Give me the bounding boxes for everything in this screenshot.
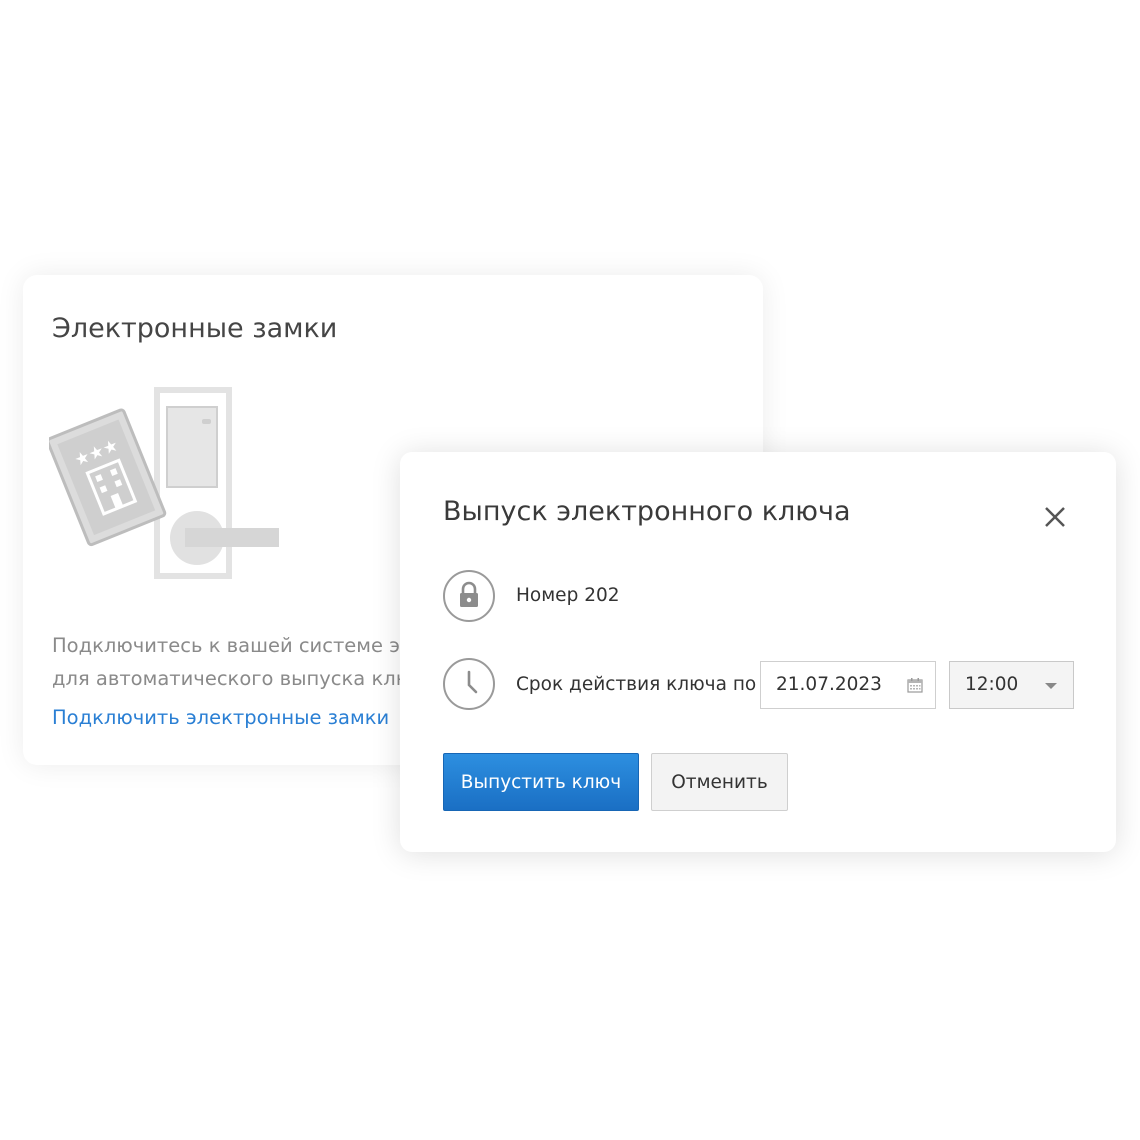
door-lock-illustration: ★★★ xyxy=(49,387,279,579)
time-select[interactable]: 12:00 xyxy=(949,661,1074,709)
cancel-button[interactable]: Отменить xyxy=(651,753,788,811)
issue-key-dialog: Выпуск электронного ключа Номер 202 Срок… xyxy=(400,452,1116,852)
locks-card-description: Подключитесь к вашей системе электронных… xyxy=(52,629,422,695)
date-value: 21.07.2023 xyxy=(776,674,882,695)
dialog-title: Выпуск электронного ключа xyxy=(443,496,851,527)
description-line-2: для автоматического выпуска ключей xyxy=(52,667,422,690)
time-value: 12:00 xyxy=(965,674,1019,695)
validity-label: Срок действия ключа по xyxy=(516,674,757,695)
date-input[interactable]: 21.07.2023 xyxy=(760,661,936,709)
issue-key-button[interactable]: Выпустить ключ xyxy=(443,753,639,811)
locks-card-title: Электронные замки xyxy=(52,313,338,344)
room-number: Номер 202 xyxy=(516,585,620,606)
close-icon[interactable] xyxy=(1040,502,1070,532)
description-line-1: Подключитесь к вашей системе электронных… xyxy=(52,634,422,657)
calendar-icon[interactable] xyxy=(907,677,923,693)
chevron-down-icon xyxy=(1045,683,1057,689)
connect-locks-link[interactable]: Подключить электронные замки xyxy=(52,706,422,729)
lock-icon xyxy=(443,570,495,622)
clock-icon xyxy=(443,658,495,710)
